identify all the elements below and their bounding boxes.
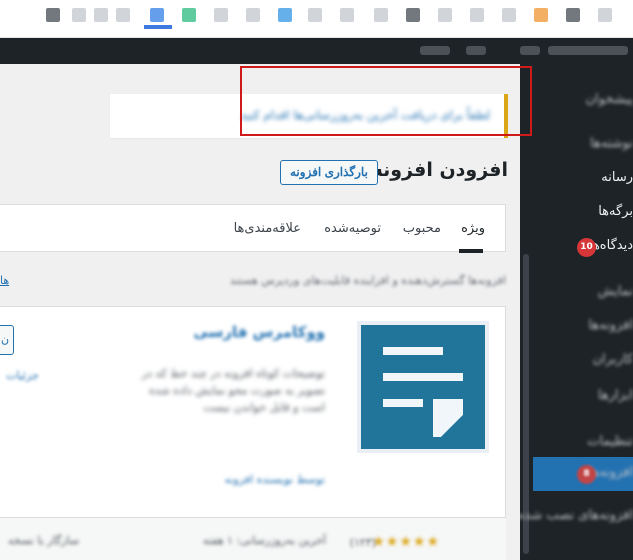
admin-toolbar: [0, 38, 633, 64]
admin-sidebar-menu: پیشخوان نوشته‌ها رسانه برگه‌ها دیدگاه‌ها…: [518, 64, 633, 560]
bookmark-icon[interactable]: [502, 8, 516, 22]
sidebar-item-dashboard[interactable]: پیشخوان: [533, 84, 633, 118]
tab-featured[interactable]: ویژه: [461, 221, 485, 236]
plugin-document-icon: [357, 321, 489, 453]
active-bookmark-indicator: [144, 25, 172, 29]
plugins-intro-text: افزونه‌ها گسترش‌دهنده و افزاینده قابلیت‌…: [0, 274, 506, 287]
content-scrollbar[interactable]: [520, 64, 533, 560]
sidebar-item-posts[interactable]: نوشته‌ها: [533, 128, 633, 162]
bookmark-icon[interactable]: [406, 8, 420, 22]
bookmark-icon[interactable]: [150, 8, 164, 22]
page-title: افزودن افزونه: [371, 159, 508, 181]
bookmark-icon[interactable]: [182, 8, 196, 22]
star-rating: ★★★★★: [372, 534, 440, 550]
bookmark-icon[interactable]: [534, 8, 548, 22]
bookmark-icon[interactable]: [598, 8, 612, 22]
bookmark-icon[interactable]: [438, 8, 452, 22]
sidebar-item-appearance[interactable]: نمایش: [533, 276, 633, 310]
tab-favorites[interactable]: علاقه‌مندی‌ها: [234, 221, 301, 236]
last-updated: آخرین به‌روزرسانی: ۱ هفته: [202, 534, 326, 547]
bookmark-icon[interactable]: [566, 8, 580, 22]
compatibility-text: سازگار با نسخه: [8, 534, 80, 547]
more-details-link[interactable]: جزئیات: [6, 369, 39, 382]
plugins-update-badge: 8: [577, 465, 596, 484]
bookmark-icon[interactable]: [308, 8, 322, 22]
tab-popular[interactable]: محبوب: [403, 221, 441, 236]
sidebar-item-pages[interactable]: برگه‌ها: [533, 196, 633, 230]
bookmark-icon[interactable]: [72, 8, 86, 22]
sidebar-item-comments[interactable]: دیدگاه‌ها 10: [533, 230, 633, 264]
document-icon: [361, 325, 485, 449]
toolbar-account[interactable]: [548, 46, 628, 55]
rating-count: (۱۲۳): [349, 536, 376, 549]
bookmark-icon[interactable]: [470, 8, 484, 22]
bookmark-icon[interactable]: [116, 8, 130, 22]
bookmark-icon[interactable]: [340, 8, 354, 22]
sidebar-item-plugins-group[interactable]: افزونه‌ها: [533, 310, 633, 344]
sidebar-item-users[interactable]: کاربران: [533, 344, 633, 378]
sidebar-item-tools[interactable]: ابزارها: [533, 380, 633, 414]
plugin-card: ووکامرس فارسی توضیحات کوتاه افزونه در چن…: [0, 306, 506, 560]
sidebar-item-plugins[interactable]: افزونه‌ها 8: [533, 457, 633, 491]
intro-link[interactable]: ها: [0, 274, 9, 287]
toolbar-item[interactable]: [466, 46, 486, 55]
bookmark-icon[interactable]: [94, 8, 108, 22]
bookmark-icon[interactable]: [214, 8, 228, 22]
sidebar-item-settings[interactable]: تنظیمات: [533, 426, 633, 460]
tab-recommended[interactable]: توصیه‌شده: [324, 221, 381, 236]
toolbar-item[interactable]: [420, 46, 450, 55]
browser-bookmarks-bar: [0, 0, 633, 38]
plugin-card-footer: ★★★★★ (۱۲۳) آخرین به‌روزرسانی: ۱ هفته سا…: [0, 517, 506, 560]
bookmark-icon[interactable]: [278, 8, 292, 22]
bookmark-icon[interactable]: [246, 8, 260, 22]
bookmark-icon[interactable]: [46, 8, 60, 22]
plugin-author-link[interactable]: توسط نویسنده افزونه: [224, 473, 325, 486]
bookmark-icon[interactable]: [374, 8, 388, 22]
plugin-filter-tabs: ویژه محبوب توصیه‌شده علاقه‌مندی‌ها: [0, 204, 506, 253]
highlight-annotation-box: [240, 66, 532, 136]
plugin-title-link[interactable]: ووکامرس فارسی: [193, 323, 325, 341]
sidebar-subitem-installed-plugins[interactable]: افزونه‌های نصب شده: [518, 500, 633, 534]
sidebar-item-media[interactable]: رسانه: [533, 162, 633, 196]
plugin-description: توضیحات کوتاه افزونه در چند خط که در تصو…: [141, 367, 325, 414]
comments-count-badge: 10: [577, 238, 596, 257]
install-now-button[interactable]: ن: [0, 325, 14, 355]
active-tab-indicator: [459, 249, 483, 253]
upload-plugin-button[interactable]: بارگذاری افزونه: [280, 160, 378, 185]
toolbar-item[interactable]: [520, 46, 540, 55]
main-content: لطفاً برای دریافت آخرین به‌روزرسانی‌ها ا…: [0, 64, 520, 560]
